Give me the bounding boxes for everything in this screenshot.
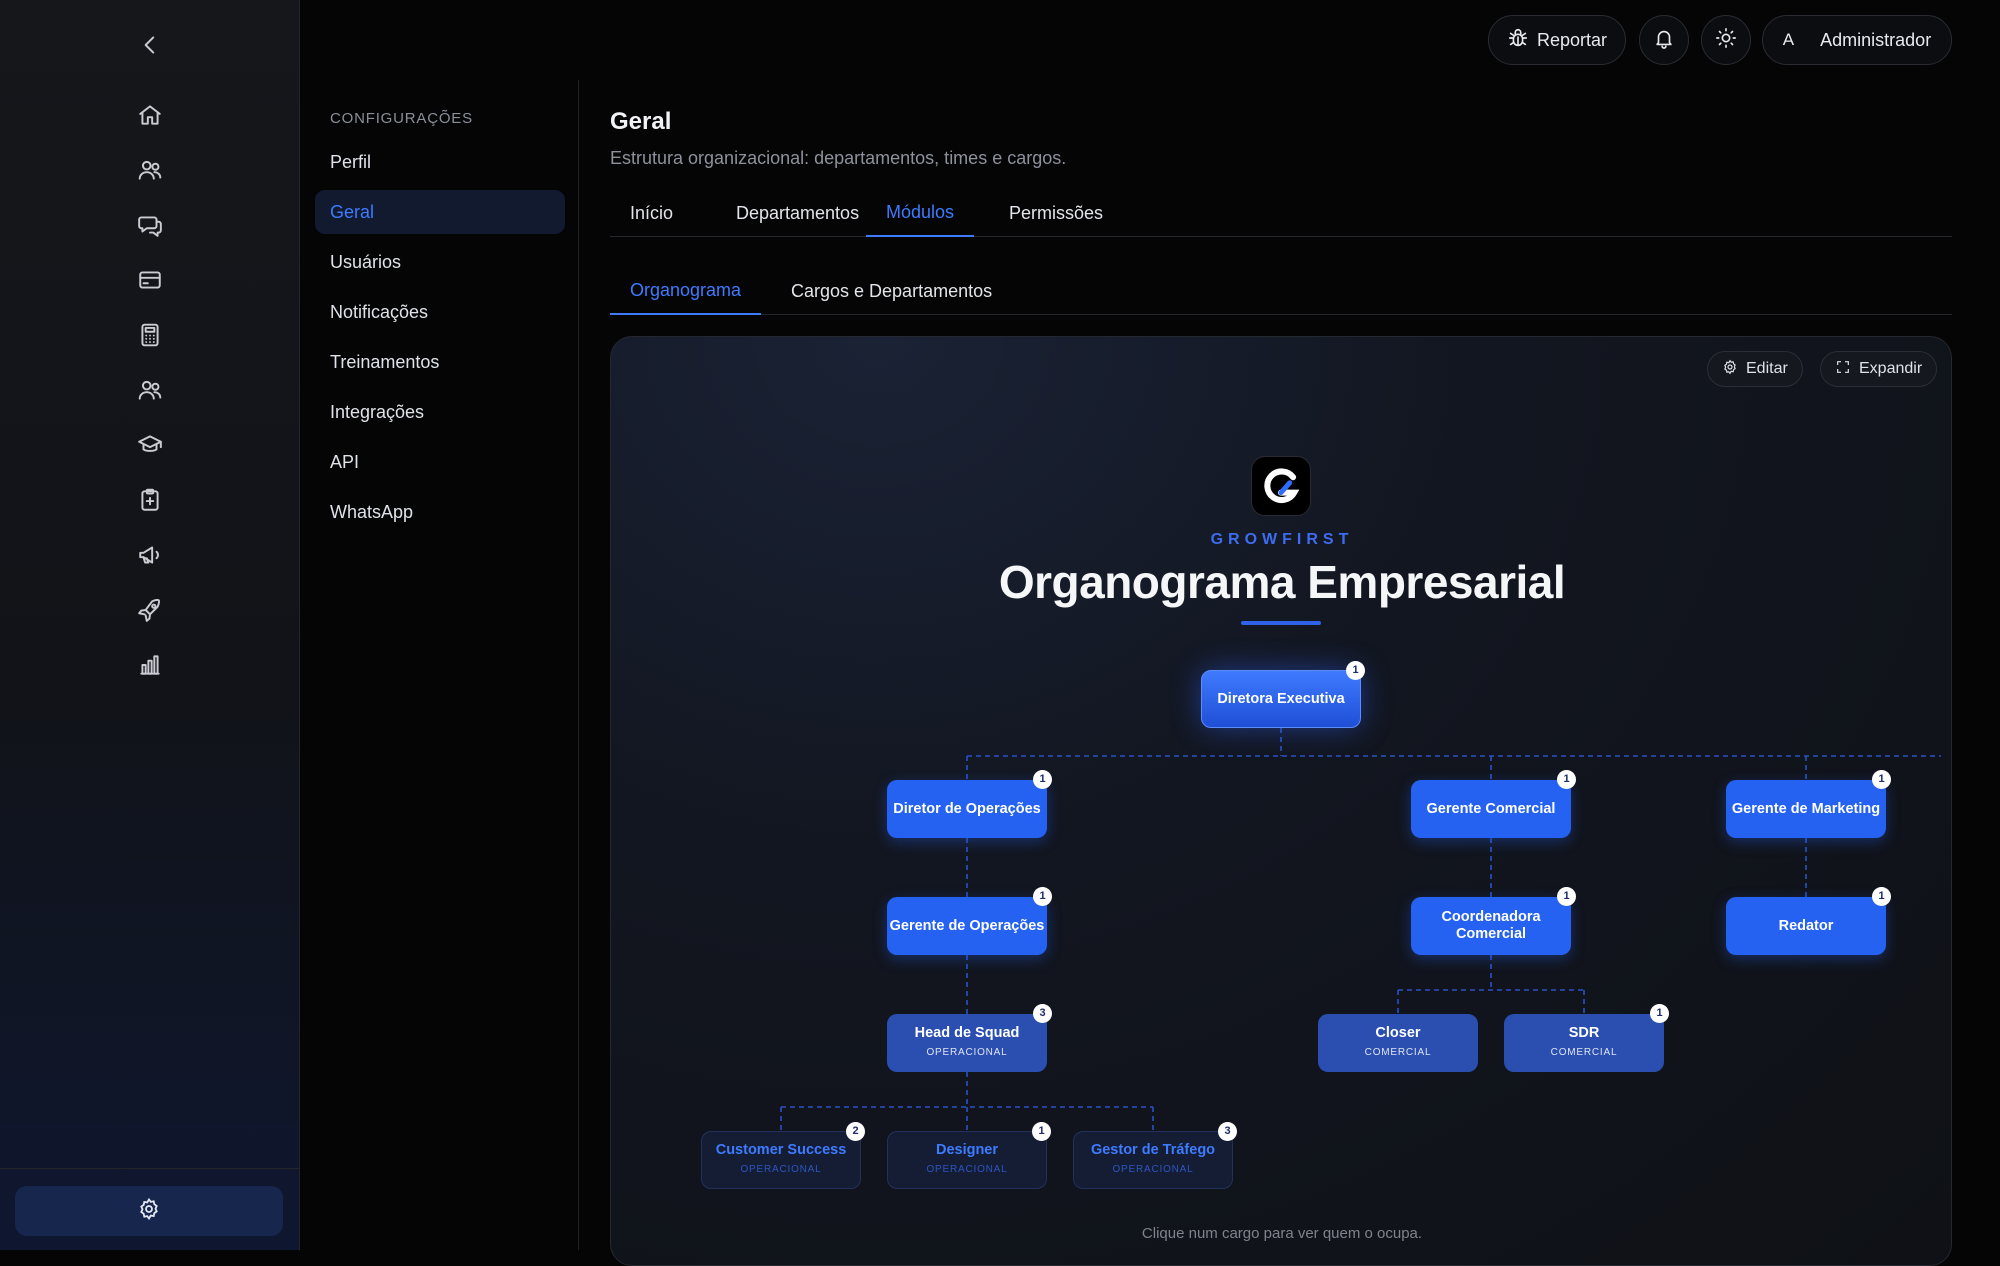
- org-node-gestor-de-trafego[interactable]: Gestor de Tráfego OPERACIONAL 3: [1073, 1122, 1237, 1189]
- report-button[interactable]: Reportar: [1488, 15, 1626, 65]
- avatar: A: [1782, 30, 1795, 49]
- calculator-icon[interactable]: [130, 315, 170, 355]
- users-icon[interactable]: [130, 150, 170, 190]
- megaphone-icon[interactable]: [130, 535, 170, 575]
- bug-icon: [1507, 27, 1529, 54]
- node-name: Gerente de Operações: [889, 917, 1045, 934]
- report-label: Reportar: [1536, 29, 1608, 50]
- count-badge: 1: [1872, 770, 1891, 789]
- tab-modulos[interactable]: Módulos: [866, 190, 975, 237]
- sidebar-item-whatsapp[interactable]: WhatsApp: [315, 490, 565, 534]
- node-name: Redator: [1778, 917, 1834, 934]
- node-name: Head de Squad: [914, 1025, 1020, 1041]
- org-node-closer[interactable]: Closer COMERCIAL: [1318, 1014, 1478, 1072]
- count-badge: 1: [1557, 770, 1576, 789]
- org-node-redator[interactable]: Redator 1: [1726, 887, 1891, 955]
- org-node-coordenadora-comercial[interactable]: Coordenadora Comercial 1: [1411, 887, 1576, 955]
- node-department: OPERACIONAL: [740, 1164, 822, 1175]
- node-name: SDR: [1568, 1025, 1600, 1041]
- chevron-left-icon[interactable]: [130, 25, 170, 65]
- node-name: Gestor de Tráfego: [1090, 1142, 1216, 1158]
- node-department: OPERACIONAL: [926, 1164, 1008, 1175]
- count-badge: 1: [1033, 770, 1052, 789]
- tab-bar: Início Departamentos Módulos Permissões: [610, 190, 1952, 237]
- subtab-bar: Organograma Cargos e Departamentos: [610, 268, 1952, 315]
- orgchart-panel: Editar Expandir GROWFIRST Organograma Em…: [610, 336, 1952, 1266]
- sidebar-item-usuarios[interactable]: Usuários: [315, 240, 565, 284]
- subtab-organograma[interactable]: Organograma: [610, 268, 762, 315]
- sidebar-item-geral[interactable]: Geral: [315, 190, 565, 234]
- team-icon[interactable]: [130, 370, 170, 410]
- node-name: Closer: [1375, 1025, 1421, 1041]
- org-node-gerente-marketing[interactable]: Gerente de Marketing 1: [1726, 770, 1891, 838]
- count-badge: 3: [1033, 1004, 1052, 1023]
- tab-permissoes[interactable]: Permissões: [989, 190, 1123, 237]
- sidebar-header: CONFIGURAÇÕES: [330, 110, 473, 127]
- org-node-diretor-operacoes[interactable]: Diretor de Operações 1: [887, 770, 1052, 838]
- tab-departamentos[interactable]: Departamentos: [716, 190, 879, 237]
- node-department: OPERACIONAL: [926, 1047, 1008, 1058]
- node-department: COMERCIAL: [1364, 1047, 1432, 1058]
- node-department: COMERCIAL: [1550, 1047, 1618, 1058]
- org-node-head-de-squad[interactable]: Head de Squad OPERACIONAL 3: [887, 1004, 1052, 1072]
- subtab-cargos-departamentos[interactable]: Cargos e Departamentos: [771, 268, 1012, 315]
- user-menu[interactable]: A Administrador: [1762, 15, 1952, 65]
- count-badge: 1: [1872, 887, 1891, 906]
- org-node-diretora-executiva[interactable]: Diretora Executiva 1: [1201, 661, 1365, 728]
- graduation-cap-icon[interactable]: [130, 425, 170, 465]
- sun-icon: [1715, 27, 1737, 54]
- chat-icon[interactable]: [130, 205, 170, 245]
- count-badge: 1: [1346, 661, 1365, 680]
- node-department: OPERACIONAL: [1112, 1164, 1194, 1175]
- theme-toggle-button[interactable]: [1701, 15, 1751, 65]
- card-icon[interactable]: [130, 260, 170, 300]
- org-node-sdr[interactable]: SDR COMERCIAL 1: [1504, 1004, 1669, 1072]
- user-name: Administrador: [1820, 29, 1932, 50]
- count-badge: 1: [1032, 1122, 1051, 1141]
- count-badge: 3: [1218, 1122, 1237, 1141]
- home-icon[interactable]: [130, 95, 170, 135]
- orgchart-hint: Clique num cargo para ver quem o ocupa.: [1141, 1225, 1423, 1242]
- node-name: Customer Success: [715, 1142, 847, 1158]
- icon-rail: [0, 0, 300, 1250]
- count-badge: 1: [1033, 887, 1052, 906]
- bar-chart-icon[interactable]: [130, 645, 170, 685]
- count-badge: 2: [846, 1122, 865, 1141]
- gear-icon: [137, 1197, 161, 1226]
- bell-icon: [1653, 27, 1675, 54]
- count-badge: 1: [1557, 887, 1576, 906]
- sidebar-item-treinamentos[interactable]: Treinamentos: [315, 340, 565, 384]
- org-node-designer[interactable]: Designer OPERACIONAL 1: [887, 1122, 1051, 1189]
- clipboard-icon[interactable]: [130, 480, 170, 520]
- sidebar-item-integracoes[interactable]: Integrações: [315, 390, 565, 434]
- notifications-button[interactable]: [1639, 15, 1689, 65]
- main-content: Reportar A Administrador Geral Estrutura…: [610, 0, 1952, 1266]
- node-name: Gerente Comercial: [1426, 800, 1556, 817]
- sidebar-item-perfil[interactable]: Perfil: [315, 140, 565, 184]
- org-node-customer-success[interactable]: Customer Success OPERACIONAL 2: [701, 1122, 865, 1189]
- node-name: Diretor de Operações: [893, 800, 1041, 817]
- sidebar-item-api[interactable]: API: [315, 440, 565, 484]
- node-name: Diretora Executiva: [1217, 690, 1345, 707]
- page-subtitle: Estrutura organizacional: departamentos,…: [610, 148, 1067, 168]
- node-name: Designer: [935, 1142, 999, 1158]
- settings-sidebar: CONFIGURAÇÕES Perfil Geral Usuários Noti…: [301, 80, 579, 1250]
- node-name: Coordenadora Comercial: [1441, 909, 1541, 942]
- sidebar-item-notificacoes[interactable]: Notificações: [315, 290, 565, 334]
- org-node-gerente-operacoes[interactable]: Gerente de Operações 1: [887, 887, 1052, 955]
- node-name: Gerente de Marketing: [1731, 800, 1881, 817]
- rail-footer: [0, 1168, 300, 1250]
- rocket-icon[interactable]: [130, 590, 170, 630]
- page-title: Geral: [610, 108, 672, 135]
- org-node-gerente-comercial[interactable]: Gerente Comercial 1: [1411, 770, 1576, 838]
- settings-button[interactable]: [15, 1186, 283, 1236]
- tab-inicio[interactable]: Início: [610, 190, 693, 237]
- count-badge: 1: [1650, 1004, 1669, 1023]
